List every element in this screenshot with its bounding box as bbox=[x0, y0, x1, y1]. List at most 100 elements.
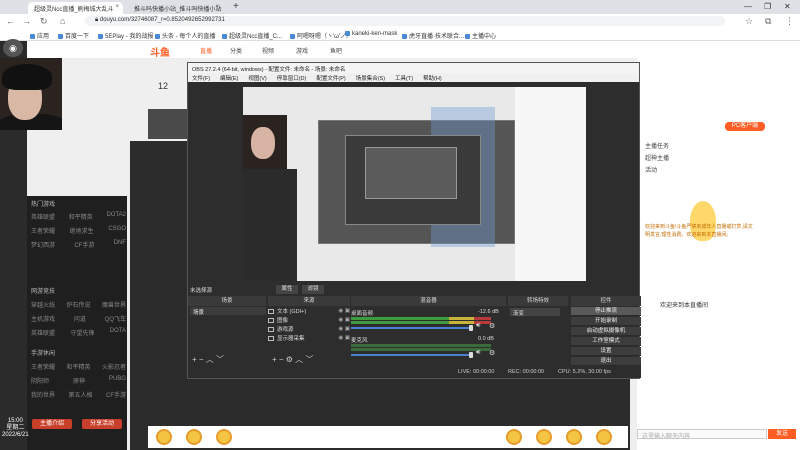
address-bar[interactable]: 🔒︎ douyu.com/32746087_r=0.85204926529927… bbox=[85, 16, 725, 26]
speaker-icon[interactable]: 🔊︎ bbox=[476, 349, 480, 357]
visibility-eye-icon[interactable]: ◉ ▣ bbox=[338, 308, 350, 314]
volume-fader[interactable] bbox=[351, 354, 471, 356]
chat-tab[interactable]: 活动 bbox=[645, 165, 755, 174]
menu-edit[interactable]: 编辑(E) bbox=[220, 74, 238, 82]
nav-live[interactable]: 直播 bbox=[200, 46, 212, 55]
nav-yuba[interactable]: 鱼吧 bbox=[330, 46, 342, 55]
menu-view[interactable]: 视图(V) bbox=[248, 74, 266, 82]
start-recording-button[interactable]: 开始录制 bbox=[571, 317, 641, 326]
fader-knob[interactable] bbox=[469, 325, 473, 331]
gift-icon[interactable] bbox=[536, 429, 552, 445]
forward-icon[interactable]: → bbox=[22, 16, 31, 26]
menu-item[interactable]: DOTA2 bbox=[106, 212, 126, 221]
gift-icon[interactable] bbox=[506, 429, 522, 445]
menu-item[interactable]: 我的世界 bbox=[31, 390, 55, 399]
close-icon[interactable]: × bbox=[115, 4, 119, 10]
menu-item[interactable]: 魔兽世界 bbox=[102, 300, 126, 309]
nav-game[interactable]: 游戏 bbox=[296, 46, 308, 55]
speaker-icon[interactable]: 🔊︎ bbox=[476, 322, 480, 330]
menu-item[interactable]: 阴阳师 bbox=[31, 376, 49, 385]
menu-row[interactable]: 主机游戏 问道 QQ飞车 bbox=[31, 314, 126, 323]
menu-item[interactable]: 炉石传说 bbox=[66, 300, 90, 309]
new-tab-icon[interactable]: + bbox=[233, 1, 239, 12]
share-activity-button[interactable]: 分享活动 bbox=[82, 419, 122, 429]
bookmark-item[interactable]: 虎牙直播·技术联合... bbox=[402, 31, 464, 40]
gift-icon[interactable] bbox=[566, 429, 582, 445]
menu-item[interactable]: 王者荣耀 bbox=[31, 362, 55, 371]
bookmark-item[interactable]: 头条 - 每个人的直播 bbox=[155, 31, 215, 40]
source-row[interactable]: 文本 (GDI+) ◉ ▣ bbox=[268, 307, 350, 315]
gift-icon[interactable] bbox=[186, 429, 202, 445]
menu-scene-collection[interactable]: 场景集合(S) bbox=[356, 74, 385, 82]
menu-row[interactable]: 王者荣耀 绝地求生 CSGO bbox=[31, 226, 126, 235]
menu-row[interactable]: 英雄联盟 和平精英 DOTA2 bbox=[31, 212, 126, 221]
menu-item[interactable]: 和平精英 bbox=[66, 362, 90, 371]
menu-tools[interactable]: 工具(T) bbox=[395, 74, 413, 82]
bookmark-item[interactable]: 应用 bbox=[30, 31, 49, 40]
menu-item[interactable]: DNF bbox=[114, 240, 126, 249]
home-icon[interactable]: ⌂ bbox=[60, 16, 65, 26]
visibility-eye-icon[interactable]: ◉ ▣ bbox=[338, 335, 350, 341]
bookmark-item[interactable]: 主播中心 bbox=[465, 31, 496, 40]
menu-item[interactable]: 守望先锋 bbox=[70, 328, 94, 337]
menu-row[interactable]: 穿越火线 炉石传说 魔兽世界 bbox=[31, 300, 126, 309]
menu-item[interactable]: DOTA bbox=[110, 328, 126, 337]
nav-video[interactable]: 视频 bbox=[262, 46, 274, 55]
menu-item[interactable]: 问道 bbox=[74, 314, 86, 323]
menu-item[interactable]: 第五人格 bbox=[69, 390, 93, 399]
menu-item[interactable]: 主机游戏 bbox=[31, 314, 55, 323]
menu-help[interactable]: 帮助(H) bbox=[423, 74, 442, 82]
menu-profile[interactable]: 配置文件(P) bbox=[316, 74, 345, 82]
chat-tab[interactable]: 主播任务 bbox=[645, 141, 755, 150]
menu-file[interactable]: 文件(F) bbox=[192, 74, 210, 82]
fader-knob[interactable] bbox=[469, 352, 473, 358]
visibility-eye-icon[interactable]: ◉ ▣ bbox=[338, 317, 350, 323]
bookmark-item[interactable]: 阿嗯呀嗯（ヽ'ω'ノ） bbox=[290, 31, 352, 40]
source-row[interactable]: 显示器采集 ◉ ▣ bbox=[268, 334, 350, 342]
douyu-logo[interactable]: 斗鱼 bbox=[150, 44, 170, 59]
visibility-eye-icon[interactable]: ◉ ▣ bbox=[338, 326, 350, 332]
anchor-intro-button[interactable]: 主播介绍 bbox=[32, 419, 72, 429]
stop-stream-button[interactable]: 停止推流 bbox=[571, 307, 641, 316]
menu-item[interactable]: 梦幻西游 bbox=[31, 240, 55, 249]
bookmark-item[interactable]: 百度一下 bbox=[58, 31, 89, 40]
menu-row[interactable]: 我的世界 第五人格 CF手游 bbox=[31, 390, 126, 399]
tab-second[interactable]: 推斗吗快播小站_推斗吗快播小站 × bbox=[128, 2, 223, 14]
chat-tab[interactable]: 超神主播 bbox=[645, 153, 755, 162]
menu-item[interactable]: 王者荣耀 bbox=[31, 226, 55, 235]
menu-row[interactable]: 英雄联盟 守望先锋 DOTA bbox=[31, 328, 126, 337]
source-row[interactable]: 游戏源 ◉ ▣ bbox=[268, 325, 350, 333]
gift-icon[interactable] bbox=[216, 429, 232, 445]
menu-item[interactable]: QQ飞车 bbox=[105, 314, 126, 323]
menu-item[interactable]: 原神 bbox=[73, 376, 85, 385]
bookmark-item[interactable]: 5EPlay - 我的战报 bbox=[98, 31, 153, 40]
volume-fader[interactable] bbox=[351, 327, 471, 329]
exit-button[interactable]: 退出 bbox=[571, 357, 641, 366]
menu-row[interactable]: 阴阳师 原神 PUBG bbox=[31, 376, 126, 385]
scene-item[interactable]: 场景 bbox=[190, 307, 266, 316]
menu-item[interactable]: CSGO bbox=[108, 226, 126, 235]
studio-mode-button[interactable]: 工作室模式 bbox=[571, 337, 641, 346]
source-dock-toolbar[interactable]: + − ⚙ ︿ ﹀ bbox=[272, 354, 313, 365]
star-icon[interactable]: ☆ bbox=[745, 16, 753, 27]
menu-row[interactable]: 王者荣耀 和平精英 火影忍者 bbox=[31, 362, 126, 371]
obs-title-bar[interactable]: OBS 27.2.4 (64-bit, windows) - 配置文件: 未命名… bbox=[188, 63, 639, 73]
transition-select[interactable]: 渐变 bbox=[510, 308, 560, 317]
bookmark-item[interactable]: 超级灵Ncc直播_C... bbox=[222, 31, 282, 40]
app-icon[interactable]: ◉ bbox=[3, 39, 23, 57]
menu-item[interactable]: 穿越火线 bbox=[31, 300, 55, 309]
gear-icon[interactable]: ⚙ bbox=[489, 349, 495, 357]
gift-icon[interactable] bbox=[596, 429, 612, 445]
filters-button[interactable]: 滤镜 bbox=[302, 285, 324, 294]
back-icon[interactable]: ← bbox=[6, 16, 15, 26]
menu-item[interactable]: 和平精英 bbox=[69, 212, 93, 221]
maximize-icon[interactable]: ❐ bbox=[764, 2, 771, 11]
menu-docks[interactable]: 停靠窗口(D) bbox=[277, 74, 307, 82]
bookmark-item[interactable]: kaneki-ken-mask bbox=[345, 31, 397, 37]
obs-preview-canvas[interactable] bbox=[243, 87, 586, 281]
menu-item[interactable]: 英雄联盟 bbox=[31, 212, 55, 221]
menu-row[interactable]: 梦幻西游 CF手游 DNF bbox=[31, 240, 126, 249]
tab-douyu[interactable]: 超级灵Ncc直播_刷梅城大乱斗 × bbox=[28, 2, 123, 14]
reload-icon[interactable]: ↻ bbox=[40, 16, 48, 27]
menu-item[interactable]: 火影忍者 bbox=[102, 362, 126, 371]
